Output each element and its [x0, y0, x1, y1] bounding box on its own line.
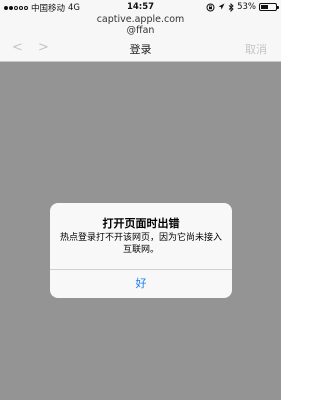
lock-rotation-icon: [206, 3, 215, 11]
navigation-bar: < > 登录 取消: [0, 36, 281, 62]
ok-button[interactable]: 好: [50, 270, 232, 298]
status-bar: 中国移动 4G 14:57 53%: [0, 0, 281, 14]
page-url: captive.apple.com: [96, 14, 185, 25]
alert-title: 打开页面时出错: [102, 217, 180, 230]
alert-message: 热点登录打不开该网页，因为它尚未接入互联网。: [60, 233, 223, 255]
battery-icon: [259, 3, 279, 11]
network-ssid: @ffan: [126, 25, 155, 36]
cancel-button[interactable]: 取消: [245, 41, 267, 57]
page-title: 登录: [129, 43, 152, 56]
location-icon: [218, 3, 225, 10]
error-alert: 打开页面时出错 热点登录打不开该网页，因为它尚未接入互联网。 好: [50, 203, 232, 298]
battery-level-fill: [261, 5, 269, 9]
battery-percent: 53%: [237, 2, 256, 12]
status-right: 53%: [206, 2, 279, 12]
captive-portal-screen: 中国移动 4G 14:57 53% captive.apple.com @ffa…: [0, 0, 281, 400]
bluetooth-icon: [228, 2, 234, 12]
